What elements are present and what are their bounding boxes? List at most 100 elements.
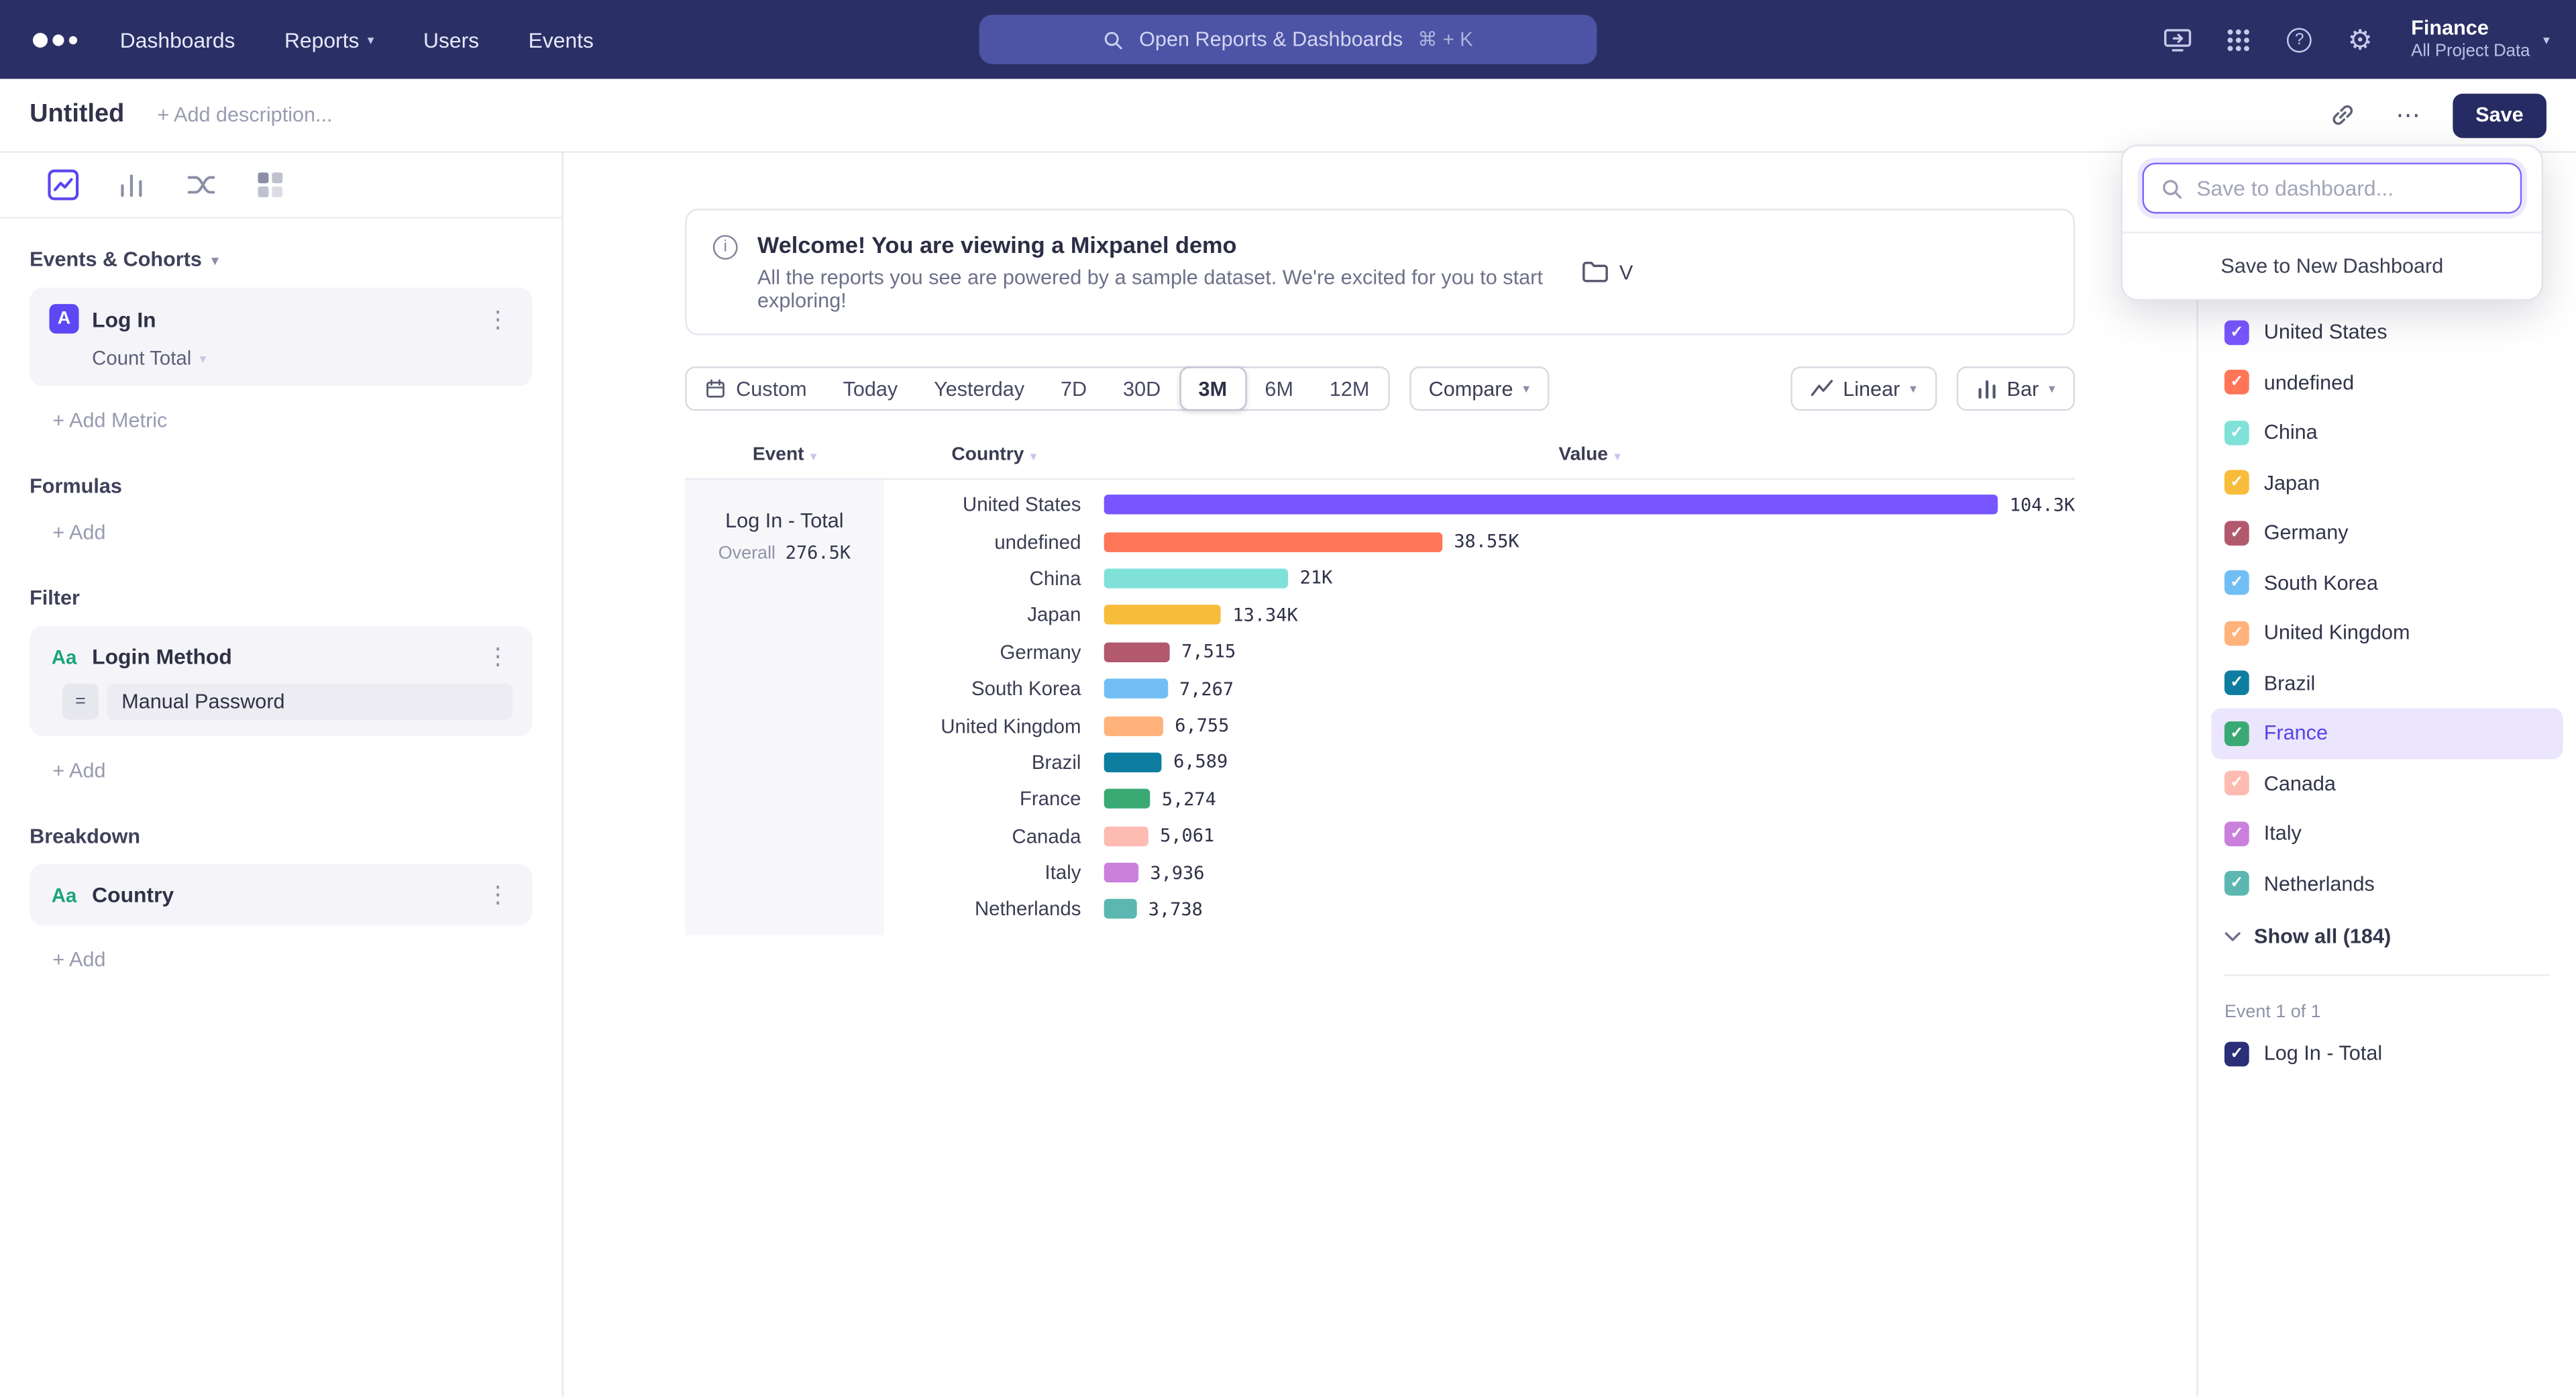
save-button[interactable]: Save	[2453, 93, 2546, 137]
add-breakdown-button[interactable]: + Add	[52, 948, 532, 971]
checkbox-checked[interactable]: ✓	[2224, 621, 2249, 645]
country-filter-item[interactable]: ✓United States	[2211, 307, 2563, 358]
breakdown-property-name[interactable]: Country	[92, 882, 470, 907]
range-7d[interactable]: 7D	[1042, 366, 1105, 411]
save-dashboard-search-input[interactable]	[2196, 176, 2504, 201]
help-icon[interactable]: ?	[2283, 23, 2316, 56]
tab-retention-icon[interactable]	[253, 168, 286, 201]
tab-insights-icon[interactable]	[46, 168, 79, 201]
filter-value[interactable]: Manual Password	[107, 684, 513, 720]
add-formula-button[interactable]: + Add	[52, 521, 532, 544]
data-management-icon[interactable]	[2161, 23, 2194, 56]
checkbox-checked[interactable]: ✓	[2224, 370, 2249, 395]
filter-card[interactable]: Aa Login Method ⋮ = Manual Password	[30, 626, 532, 736]
series-name: Log In - Total	[685, 509, 883, 532]
events-cohorts-label: Events & Cohorts	[30, 248, 202, 271]
bar[interactable]	[1104, 679, 1168, 698]
checkbox-checked[interactable]: ✓	[2224, 671, 2249, 696]
mixpanel-logo[interactable]	[33, 32, 77, 47]
chart-rows: United States104.3K undefined38.55K Chin…	[884, 480, 2076, 935]
range-today[interactable]: Today	[825, 366, 916, 411]
chart-row: United States104.3K	[884, 486, 2076, 523]
report-title[interactable]: Untitled	[30, 100, 124, 130]
kebab-menu-icon[interactable]: ⋮	[483, 305, 513, 333]
bar[interactable]	[1104, 568, 1289, 588]
checkbox-checked[interactable]: ✓	[2224, 320, 2249, 345]
events-cohorts-header[interactable]: Events & Cohorts ▾	[30, 248, 532, 271]
bar[interactable]	[1104, 863, 1139, 882]
country-filter-item[interactable]: ✓Japan	[2211, 458, 2563, 508]
country-filter-item[interactable]: ✓South Korea	[2211, 558, 2563, 608]
bar[interactable]	[1104, 900, 1137, 919]
bar[interactable]	[1104, 642, 1170, 662]
value-scale-button[interactable]: Linear ▾	[1790, 366, 1936, 411]
checkbox-checked[interactable]: ✓	[2224, 721, 2249, 745]
range-6m[interactable]: 6M	[1246, 366, 1311, 411]
bar[interactable]	[1104, 531, 1442, 551]
range-12m[interactable]: 12M	[1311, 366, 1387, 411]
aggregation-selector[interactable]: Count Total ▾	[92, 347, 513, 370]
filter-operator[interactable]: =	[62, 684, 99, 720]
checkbox-checked[interactable]: ✓	[2224, 821, 2249, 846]
country-filter-item-highlighted[interactable]: ✓France	[2211, 709, 2563, 759]
range-custom[interactable]: Custom	[687, 366, 825, 411]
nav-events[interactable]: Events	[529, 27, 594, 52]
country-filter-item[interactable]: ✓United Kingdom	[2211, 608, 2563, 658]
checkbox-checked[interactable]: ✓	[2224, 1041, 2249, 1066]
series-cell[interactable]: Log In - Total Overall276.5K	[685, 480, 883, 935]
tab-flows-icon[interactable]	[184, 168, 217, 201]
add-description[interactable]: + Add description...	[157, 103, 332, 126]
column-header-country[interactable]: Country▾	[884, 446, 1104, 465]
breakdown-card[interactable]: Aa Country ⋮	[30, 864, 532, 925]
checkbox-checked[interactable]: ✓	[2224, 521, 2249, 546]
save-dashboard-search[interactable]	[2142, 162, 2522, 213]
tab-bar-chart-icon[interactable]	[115, 168, 148, 201]
country-filter-item[interactable]: ✓undefined	[2211, 358, 2563, 408]
copy-link-icon[interactable]	[2321, 94, 2364, 137]
compare-button[interactable]: Compare ▾	[1409, 366, 1549, 411]
bar[interactable]	[1104, 826, 1148, 845]
checkbox-checked[interactable]: ✓	[2224, 872, 2249, 896]
column-header-event[interactable]: Event▾	[685, 446, 883, 465]
banner-action-button[interactable]: V	[1582, 260, 1633, 283]
kebab-menu-icon[interactable]: ⋮	[483, 881, 513, 909]
add-filter-button[interactable]: + Add	[52, 759, 532, 782]
country-filter-item[interactable]: ✓China	[2211, 407, 2563, 458]
checkbox-checked[interactable]: ✓	[2224, 470, 2249, 495]
country-filter-item[interactable]: ✓Canada	[2211, 758, 2563, 809]
bar[interactable]	[1104, 605, 1222, 625]
chart-row: United Kingdom6,755	[884, 707, 2076, 744]
country-filter-item[interactable]: ✓Brazil	[2211, 658, 2563, 709]
range-yesterday[interactable]: Yesterday	[916, 366, 1042, 411]
gear-icon[interactable]: ⚙	[2344, 23, 2377, 56]
show-all-button[interactable]: Show all (184)	[2224, 925, 2550, 948]
filter-property-name[interactable]: Login Method	[92, 644, 470, 669]
bar[interactable]	[1104, 752, 1162, 772]
event-name[interactable]: Log In	[92, 307, 470, 331]
column-header-value[interactable]: Value▾	[1104, 446, 2075, 465]
range-3m-selected[interactable]: 3M	[1179, 366, 1246, 411]
bar[interactable]	[1104, 716, 1163, 735]
bar[interactable]	[1104, 789, 1150, 809]
global-search-button[interactable]: Open Reports & Dashboards ⌘ + K	[979, 15, 1597, 64]
checkbox-checked[interactable]: ✓	[2224, 771, 2249, 796]
checkbox-checked[interactable]: ✓	[2224, 570, 2249, 595]
nav-reports[interactable]: Reports▾	[284, 27, 374, 52]
kebab-menu-icon[interactable]: ⋮	[483, 643, 513, 671]
chart-type-button[interactable]: Bar ▾	[1956, 366, 2075, 411]
checkbox-checked[interactable]: ✓	[2224, 420, 2249, 445]
save-to-new-dashboard-option[interactable]: Save to New Dashboard	[2123, 231, 2541, 299]
event-filter-item[interactable]: ✓Log In - Total	[2211, 1029, 2563, 1079]
country-filter-item[interactable]: ✓Italy	[2211, 809, 2563, 859]
bar[interactable]	[1104, 495, 1998, 515]
nav-users[interactable]: Users	[423, 27, 479, 52]
country-filter-item[interactable]: ✓Germany	[2211, 508, 2563, 558]
range-30d[interactable]: 30D	[1105, 366, 1179, 411]
project-switcher[interactable]: Finance All Project Data ▾	[2411, 16, 2550, 63]
add-metric-button[interactable]: + Add Metric	[52, 409, 532, 432]
nav-dashboards[interactable]: Dashboards	[120, 27, 235, 52]
apps-grid-icon[interactable]	[2222, 23, 2255, 56]
more-options-icon[interactable]: ⋯	[2387, 94, 2430, 137]
country-filter-item[interactable]: ✓Netherlands	[2211, 859, 2563, 909]
event-card[interactable]: A Log In ⋮ Count Total ▾	[30, 288, 532, 386]
